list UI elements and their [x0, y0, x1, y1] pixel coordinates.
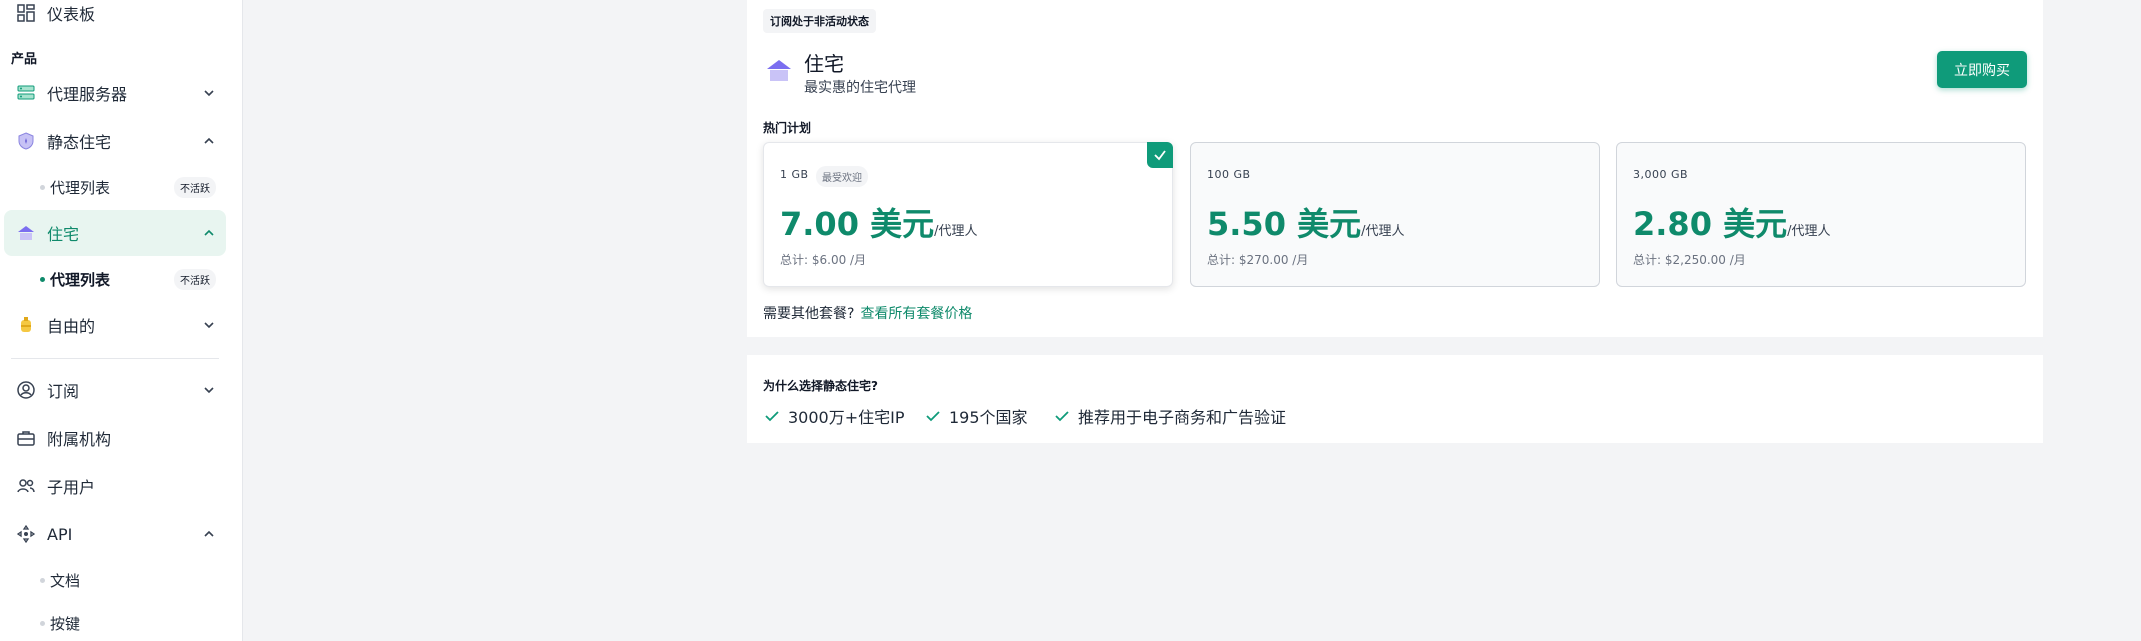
status-badge: 不活跃 — [174, 176, 216, 198]
sidebar-item-label: 代理列表 — [50, 270, 111, 289]
plan-price-value: 5.50 美元 — [1207, 205, 1362, 243]
plan-price-unit: /代理人 — [934, 224, 978, 239]
chevron-up-icon — [204, 530, 214, 537]
check-icon — [926, 411, 940, 422]
sidebar-item-label: 仪表板 — [47, 5, 96, 24]
sidebar-item-label: 文档 — [50, 571, 81, 590]
sidebar-item-free[interactable]: 自由的 — [4, 302, 226, 348]
feature-item: 推荐用于电子商务和广告验证 — [1054, 404, 1286, 428]
buy-now-button[interactable]: 立即购买 — [1937, 51, 2027, 88]
plan-price: 7.00 美元/代理人 — [780, 199, 978, 245]
plan-card-100gb[interactable]: 100 GB 5.50 美元/代理人 总计: $270.00 /月 — [1190, 142, 1600, 287]
plan-total: 总计: $6.00 /月 — [780, 253, 867, 267]
popular-badge: 最受欢迎 — [816, 166, 868, 187]
sidebar-subitem-docs[interactable]: 文档 — [4, 560, 226, 600]
sidebar-item-label: API — [47, 524, 73, 544]
sidebar-item-sub-users[interactable]: 子用户 — [4, 463, 226, 509]
sidebar-item-static-residential[interactable]: 静态住宅 — [4, 118, 226, 164]
house-icon — [13, 220, 39, 246]
view-all-pricing-link[interactable]: 查看所有套餐价格 — [860, 306, 972, 322]
sidebar-item-label: 订阅 — [47, 382, 80, 401]
users-icon — [13, 473, 39, 499]
plan-total: 总计: $2,250.00 /月 — [1633, 253, 1746, 267]
plan-card-1gb[interactable]: 1 GB 最受欢迎 7.00 美元/代理人 总计: $6.00 /月 — [763, 142, 1173, 287]
chevron-down-icon — [204, 90, 214, 97]
plan-total: 总计: $270.00 /月 — [1207, 253, 1309, 267]
plan-size: 1 GB — [780, 168, 809, 181]
gift-icon — [13, 312, 39, 338]
sidebar-subitem-keys[interactable]: 按键 — [4, 603, 226, 641]
plan-price-value: 2.80 美元 — [1633, 205, 1788, 243]
sidebar-item-label: 子用户 — [47, 478, 96, 497]
more-plans-row: 需要其他套餐? 查看所有套餐价格 — [763, 303, 972, 323]
sidebar-item-dashboard[interactable]: 仪表板 — [4, 0, 226, 36]
feature-item: 3000万+住宅IP — [764, 404, 905, 428]
plan-size: 3,000 GB — [1633, 168, 1689, 181]
user-circle-icon — [13, 377, 39, 403]
sidebar-item-label: 代理服务器 — [47, 85, 128, 104]
more-plans-text: 需要其他套餐? — [763, 306, 855, 322]
sidebar-subitem-residential-proxy-list[interactable]: 代理列表 不活跃 — [4, 259, 226, 299]
chevron-down-icon — [204, 322, 214, 329]
feature-label: 195个国家 — [949, 408, 1028, 427]
plan-price-unit: /代理人 — [1787, 224, 1831, 239]
feature-label: 推荐用于电子商务和广告验证 — [1078, 408, 1287, 427]
chevron-up-icon — [204, 229, 214, 236]
sidebar-divider — [11, 358, 219, 359]
chevron-up-icon — [204, 137, 214, 144]
product-card: 订阅处于非活动状态 住宅 最实惠的住宅代理 立即购买 热门计划 1 GB 最受欢… — [747, 0, 2043, 337]
plan-price-value: 7.00 美元 — [780, 205, 935, 243]
sidebar-item-label: 代理列表 — [50, 178, 111, 197]
section-label-products: 产品 — [11, 52, 38, 67]
sidebar-subitem-static-proxy-list[interactable]: 代理列表 不活跃 — [4, 167, 226, 207]
sidebar-item-label: 自由的 — [47, 317, 96, 336]
plan-size: 100 GB — [1207, 168, 1251, 181]
popular-plans-label: 热门计划 — [763, 121, 812, 135]
sidebar-item-subscription[interactable]: 订阅 — [4, 367, 226, 413]
sidebar: 仪表板 产品 代理服务器 静态住宅 代理列表 不活跃 住宅 代理列表 不活跃 自… — [0, 0, 243, 641]
feature-item: 195个国家 — [925, 404, 1028, 428]
chevron-down-icon — [204, 387, 214, 394]
sidebar-item-label: 静态住宅 — [47, 133, 112, 152]
server-icon — [13, 80, 39, 106]
check-icon — [1147, 142, 1173, 168]
plan-price: 5.50 美元/代理人 — [1207, 199, 1405, 245]
api-icon — [13, 521, 39, 547]
sidebar-item-affiliate[interactable]: 附属机构 — [4, 415, 226, 461]
plan-price: 2.80 美元/代理人 — [1633, 199, 1831, 245]
sidebar-item-residential[interactable]: 住宅 — [4, 210, 226, 256]
bullet-icon — [40, 184, 45, 190]
shield-icon — [13, 128, 39, 154]
product-title: 住宅 — [804, 52, 844, 76]
bullet-icon — [40, 577, 45, 583]
sidebar-item-label: 按键 — [50, 614, 81, 633]
sidebar-item-api[interactable]: API — [4, 511, 226, 557]
bullet-icon — [40, 276, 45, 282]
sidebar-item-label: 住宅 — [47, 225, 80, 244]
subscription-status-badge: 订阅处于非活动状态 — [763, 9, 876, 33]
sidebar-item-label: 附属机构 — [47, 430, 112, 449]
briefcase-icon — [13, 425, 39, 451]
house-icon — [767, 60, 791, 81]
check-icon — [765, 411, 779, 422]
sidebar-item-proxy-servers[interactable]: 代理服务器 — [4, 70, 226, 116]
feature-label: 3000万+住宅IP — [788, 408, 905, 427]
bullet-icon — [40, 620, 45, 626]
check-icon — [1055, 411, 1069, 422]
why-card: 为什么选择静态住宅? 3000万+住宅IP 195个国家 推荐用于电子商务和广告… — [747, 355, 2043, 443]
plan-price-unit: /代理人 — [1361, 224, 1405, 239]
status-badge: 不活跃 — [174, 268, 216, 290]
plan-card-3000gb[interactable]: 3,000 GB 2.80 美元/代理人 总计: $2,250.00 /月 — [1616, 142, 2026, 287]
why-title: 为什么选择静态住宅? — [763, 379, 878, 393]
dashboard-icon — [13, 0, 39, 26]
product-subtitle: 最实惠的住宅代理 — [804, 80, 916, 96]
